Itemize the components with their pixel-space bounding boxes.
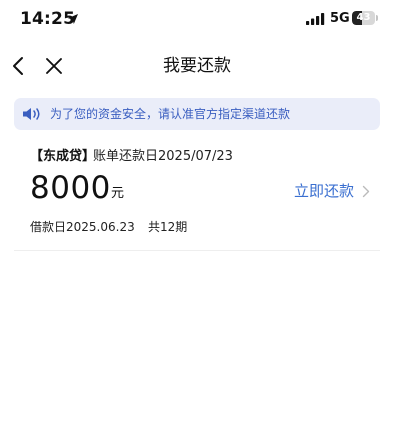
speaker-icon <box>23 108 40 120</box>
chevron-left-icon <box>13 57 23 75</box>
close-button[interactable] <box>42 52 66 80</box>
location-arrow-icon <box>68 14 78 24</box>
amount-unit: 元 <box>111 186 125 201</box>
battery-level: 43 <box>356 12 371 23</box>
loan-periods: 共12期 <box>148 220 188 234</box>
back-button[interactable] <box>6 52 30 80</box>
due-date-value: 2025/07/23 <box>158 149 233 164</box>
notice-text: 为了您的资金安全，请认准官方指定渠道还款 <box>50 107 291 121</box>
signal-bars-icon <box>306 13 325 25</box>
close-icon <box>46 58 62 74</box>
repayment-amount: 8000 <box>30 170 111 206</box>
repay-now-label: 立即还款 <box>294 182 355 200</box>
due-date-label: 账单还款日 <box>93 149 159 164</box>
notice-banner: 为了您的资金安全，请认准官方指定渠道还款 <box>14 98 380 130</box>
loan-card: 【东成贷】 账单还款日 2025/07/23 8000 元 立即还款 借款日20… <box>14 140 380 251</box>
network-type: 5G <box>330 11 350 26</box>
loan-date: 借款日2025.06.23 <box>30 220 135 234</box>
status-bar: 14:25 5G 43 <box>0 0 394 40</box>
repay-now-button[interactable]: 立即还款 <box>294 180 370 202</box>
page-title: 我要还款 <box>163 56 231 76</box>
chevron-right-icon <box>362 185 370 197</box>
nav-bar: 我要还款 <box>0 44 394 88</box>
lender-name: 【东成贷】 <box>30 149 96 164</box>
battery-icon: 43 <box>352 11 380 26</box>
